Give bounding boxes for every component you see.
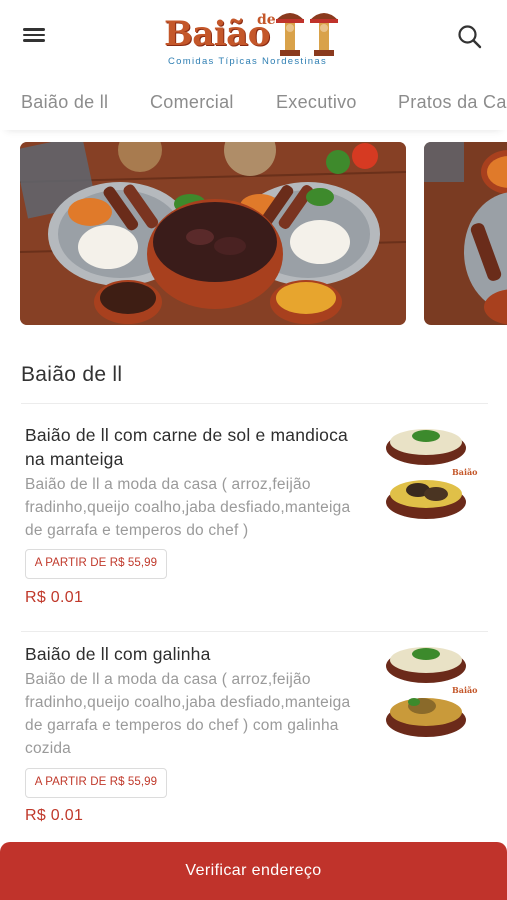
logo-wordmark: Baião: [164, 14, 270, 54]
svg-text:Baião: Baião: [452, 685, 478, 695]
brand-logo[interactable]: Baião de Comidas Típicas Nordestinas: [160, 4, 350, 70]
product-description-cont: cozida: [25, 740, 72, 757]
logo-tagline: Comidas Típicas Nordestinas: [168, 56, 328, 67]
tab-executivo[interactable]: Executivo: [276, 92, 357, 113]
product-description: Baião de ll a moda da casa ( arroz,feijã…: [25, 671, 311, 688]
tab-pratos-da-casa[interactable]: Pratos da Casa: [398, 92, 507, 113]
product-description: Baião de ll a moda da casa ( arroz,feijã…: [25, 476, 311, 493]
feijoada-dish-image: [20, 142, 406, 325]
tab-baiao-de-ll[interactable]: Baião de ll: [21, 92, 108, 113]
app-header: Baião de Comidas Típicas Nordestinas: [0, 0, 507, 74]
product-description-cont: fradinho,queijo coalho,jaba desfiado,man…: [25, 499, 351, 516]
product-thumbnail: Baião: [386, 429, 482, 519]
tab-comercial[interactable]: Comercial: [150, 92, 234, 113]
product-name: Baião de ll com carne de sol e mandioca: [25, 425, 348, 445]
price-from-badge: A PARTIR DE R$ 55,99: [25, 768, 167, 798]
product-price: R$ 0.01: [25, 589, 84, 606]
product-description-cont: de garrafa e temperos do chef ): [25, 522, 249, 539]
product-name: Baião de ll com galinha: [25, 644, 211, 664]
product-description-cont: fradinho,queijo coalho,jaba desfiado,man…: [25, 694, 351, 711]
section-divider: [21, 403, 488, 404]
verify-address-button[interactable]: Verificar endereço: [0, 842, 507, 900]
promo-banner[interactable]: [20, 142, 406, 325]
hamburger-menu-icon[interactable]: [22, 26, 48, 48]
product-name-cont: na manteiga: [25, 449, 124, 469]
product-description-cont: de garrafa e temperos do chef ) com gali…: [25, 717, 339, 734]
product-divider: [21, 631, 488, 632]
dish-image: [424, 142, 507, 325]
svg-text:Baião: Baião: [452, 467, 478, 477]
product-thumbnail: Baião: [386, 647, 482, 737]
logo-figures-icon: [276, 13, 338, 56]
search-icon[interactable]: [455, 22, 485, 52]
price-from-badge: A PARTIR DE R$ 55,99: [25, 549, 167, 579]
category-tabs: Baião de ll Comercial Executivo Pratos d…: [0, 74, 507, 130]
section-title: Baião de ll: [21, 363, 123, 386]
product-price: R$ 0.01: [25, 807, 84, 824]
promo-banner-next[interactable]: [424, 142, 507, 325]
